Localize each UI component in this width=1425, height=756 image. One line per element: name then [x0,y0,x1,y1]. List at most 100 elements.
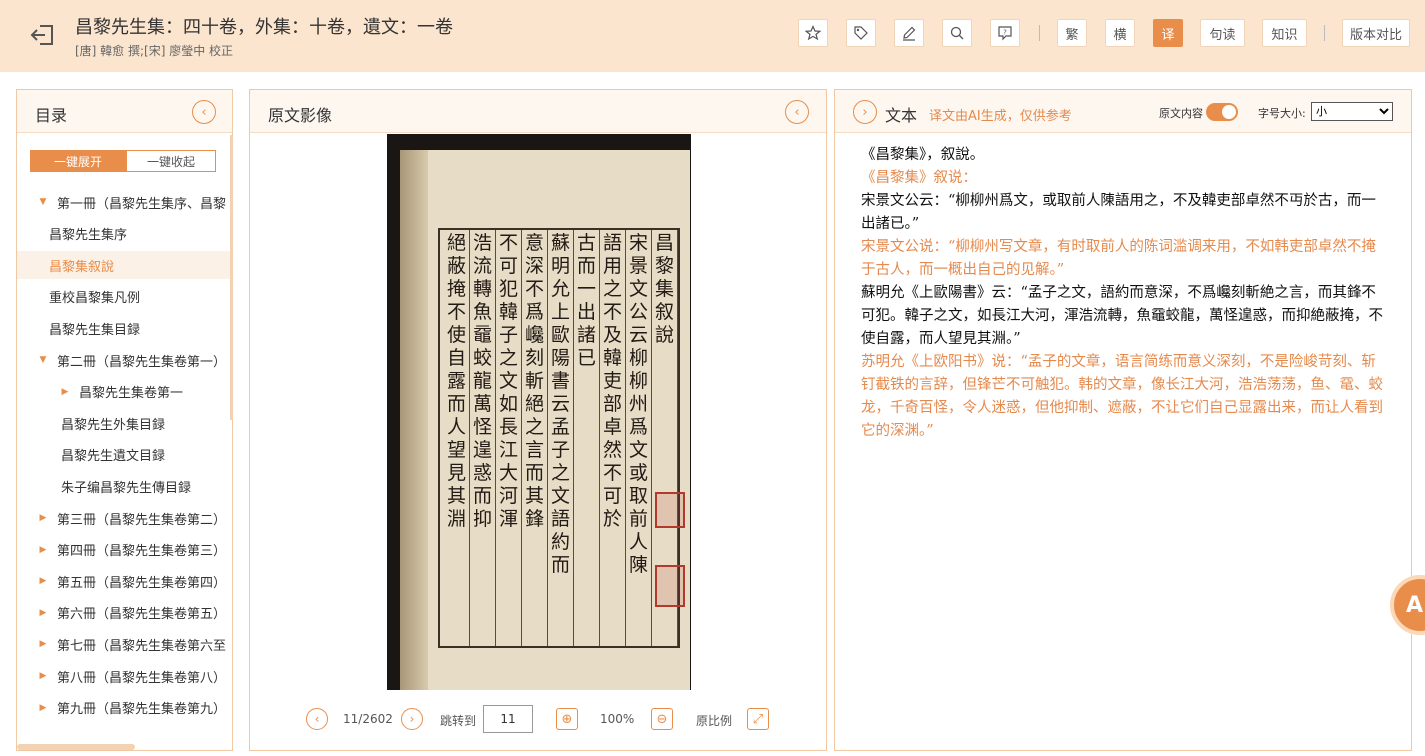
caret-right-icon[interactable]: ▶ [37,513,49,523]
horizontal-layout-button[interactable]: 横 [1105,19,1135,47]
toc-tree: ▼ 第一冊（昌黎先生集序、昌黎昌黎先生集序昌黎集叙說重校昌黎集凡例 昌黎先生集目録 ▼… [17,188,231,736]
toc-item[interactable]: 昌黎先生遺文目録 [17,441,231,469]
original-paragraph: 《昌黎集》，叙說。 [861,147,985,163]
traditional-button[interactable]: 繁 [1057,19,1087,47]
original-scale-button[interactable]: 原比例 [696,712,732,729]
punctuate-button[interactable]: 句读 [1200,19,1245,47]
expand-all-button[interactable]: 一键展开 [30,150,126,172]
caret-right-icon[interactable]: ▶ [37,639,49,649]
jump-page-input[interactable]: 11 [483,705,533,733]
scan-text-column: 意深不爲巉刻斬絕之言而其鋒 [522,230,548,646]
book-page: 昌黎集叙說 宋景文公云柳柳州爲文或取前人陳 語用之不及韓吏部卓然不可於 古而一出諸已蘇… [400,150,690,690]
font-size-label: 字号大小: [1258,107,1306,120]
caret-down-icon[interactable]: ▼ [37,355,49,365]
red-seal-stamp [655,492,685,528]
toc-item-label: 朱子编昌黎先生傳目録 [61,480,192,496]
scan-text-column: 不可犯韓子之文如長江大河渾 [496,230,522,646]
toc-item[interactable]: 朱子编昌黎先生傳目録 [17,472,231,500]
toc-item-label: 第二冊（昌黎先生集卷第一） [57,354,227,370]
collapse-image-panel-icon[interactable]: ‹ [785,100,809,124]
toc-item-label: 昌黎先生集序 [49,228,128,244]
toc-item[interactable]: 昌黎集叙說 [17,251,231,280]
toc-item[interactable]: ▶ 第五冊（昌黎先生集卷第四） [17,567,231,595]
caret-right-icon[interactable]: ▶ [37,671,49,681]
toc-item[interactable]: ▶ 第三冊（昌黎先生集卷第二） [17,504,231,532]
search-icon[interactable] [942,19,972,47]
top-header: 昌黎先生集：四十卷，外集：十卷，遺文：一卷 [唐] 韓愈 撰;[宋] 廖瑩中 校… [0,0,1425,72]
toc-horizontal-scrollbar[interactable] [17,744,135,750]
toolbar-divider [1324,25,1325,41]
toc-item-label: 第一冊（昌黎先生集序、昌黎 [57,196,227,212]
original-content-toggle[interactable] [1206,103,1238,121]
zoom-out-icon[interactable]: ⊖ [651,708,673,730]
toc-item-label: 昌黎先生外集目録 [61,417,166,433]
toolbar-divider [1039,25,1040,41]
caret-right-icon[interactable]: ▶ [37,703,49,713]
next-page-icon[interactable]: › [401,708,423,730]
knowledge-button[interactable]: 知识 [1262,19,1307,47]
toc-item[interactable]: ▶ 昌黎先生集卷第一 [17,378,231,406]
zoom-in-icon[interactable]: ⊕ [556,708,578,730]
toc-item[interactable]: ▶ 第四冊（昌黎先生集卷第三） [17,536,231,564]
translation-paragraph: 宋景文公说：“柳柳州写文章，有时取前人的陈词滥调来用，不如韩吏部卓然不掩于古人，… [861,239,1376,278]
scanned-page-image[interactable]: 昌黎集叙說 宋景文公云柳柳州爲文或取前人陳 語用之不及韓吏部卓然不可於 古而一出諸已蘇… [387,134,691,690]
text-content: 《昌黎集》，叙說。 《昌黎集》叙说： 宋景文公云：“柳柳州爲文，或取前人陳語用之，不… [861,144,1383,443]
toc-item[interactable]: ▼ 第二冊（昌黎先生集卷第一） [17,346,231,374]
collapse-panel-icon[interactable]: ‹ [192,100,216,124]
feedback-icon[interactable]: ? [990,19,1020,47]
caret-right-icon[interactable]: ▶ [37,545,49,555]
tag-icon[interactable] [846,19,876,47]
toc-item[interactable]: 昌黎先生集目録 [17,314,231,342]
toc-title: 目录 [35,106,68,125]
back-icon[interactable] [28,20,58,50]
image-panel: 原文影像 ‹ 昌黎集叙說 宋景文公云柳柳州爲文或取前人陳 語用之不及韓吏部卓然不可於… [249,89,827,751]
toc-vertical-scrollbar[interactable] [230,135,233,420]
toc-item[interactable]: 昌黎先生外集目録 [17,409,231,437]
toc-item-label: 第五冊（昌黎先生集卷第四） [57,575,227,591]
text-panel-header: › 文本 译文由AI生成，仅供参考 原文内容 字号大小: 小 [835,90,1411,133]
toc-item[interactable]: 重校昌黎集凡例 [17,283,231,311]
toc-item-label: 第七冊（昌黎先生集卷第六至 [57,638,227,654]
toc-item[interactable]: ▼ 第一冊（昌黎先生集序、昌黎 [17,188,231,216]
expand-panel-icon[interactable]: › [853,100,877,124]
toc-item[interactable]: ▶ 第七冊（昌黎先生集卷第六至 [17,630,231,658]
scan-text-column: 語用之不及韓吏部卓然不可於 [600,230,626,646]
toc-item-label: 第六冊（昌黎先生集卷第五） [57,607,227,623]
toc-item[interactable]: ▶ 第八冊（昌黎先生集卷第八） [17,662,231,690]
toc-item-label: 昌黎先生集卷第一 [79,386,184,402]
text-frame: 昌黎集叙說 宋景文公云柳柳州爲文或取前人陳 語用之不及韓吏部卓然不可於 古而一出諸已蘇… [438,228,680,648]
translate-button[interactable]: 译 [1153,19,1183,47]
text-panel-title: 文本 [885,106,918,125]
caret-down-icon[interactable]: ▼ [37,197,49,207]
caret-right-icon[interactable]: ▶ [59,387,71,397]
scan-text-column: 蘇明允上歐陽書云孟子之文語約而 [548,230,574,646]
original-toggle-label: 原文内容 [1159,107,1203,120]
collapse-all-button[interactable]: 一键收起 [126,150,216,172]
pen-icon[interactable] [894,19,924,47]
image-panel-title: 原文影像 [268,106,333,125]
fullscreen-icon[interactable]: ⤢ [747,708,769,730]
toc-item[interactable]: 昌黎先生集序 [17,220,231,248]
toc-item-label: 昌黎先生集目録 [49,322,141,338]
page-indicator: 11/2602 [343,712,393,726]
caret-right-icon[interactable]: ▶ [37,608,49,618]
toc-item-label: 重校昌黎集凡例 [49,291,141,307]
original-paragraph: 宋景文公云：“柳柳州爲文，或取前人陳語用之，不及韓吏部卓然不丏於古，而一出諸已。… [861,193,1376,232]
font-size-select[interactable]: 小 [1311,102,1393,121]
prev-page-icon[interactable]: ‹ [306,708,328,730]
ai-notice: 译文由AI生成，仅供参考 [929,109,1072,124]
star-icon[interactable] [798,19,828,47]
toc-item[interactable]: ▶ 第九冊（昌黎先生集卷第九） [17,694,231,722]
text-panel: › 文本 译文由AI生成，仅供参考 原文内容 字号大小: 小 《昌黎集》，叙說。… [834,89,1412,751]
page-spine [400,150,428,690]
caret-right-icon[interactable]: ▶ [37,576,49,586]
version-compare-button[interactable]: 版本对比 [1342,19,1410,47]
toc-header: 目录 ‹ [17,90,232,133]
zoom-level: 100% [600,712,635,726]
image-panel-header: 原文影像 ‹ [250,90,826,133]
toc-item[interactable]: ▶ 第六冊（昌黎先生集卷第五） [17,599,231,627]
toc-item-label: 昌黎先生遺文目録 [61,449,166,465]
svg-text:?: ? [1003,29,1007,37]
toc-item-label: 第八冊（昌黎先生集卷第八） [57,670,227,686]
scan-text-column: 宋景文公云柳柳州爲文或取前人陳 [626,230,652,646]
